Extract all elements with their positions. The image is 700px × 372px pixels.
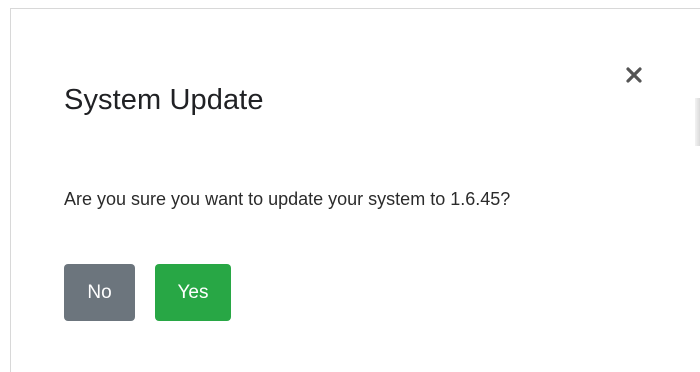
close-button[interactable] bbox=[618, 59, 650, 91]
close-icon bbox=[618, 59, 650, 91]
dialog-message: Are you sure you want to update your sys… bbox=[64, 189, 511, 209]
yes-button[interactable]: Yes bbox=[155, 264, 231, 321]
screen: System Update Are you sure you want to u… bbox=[0, 0, 700, 372]
dialog-right-edge bbox=[695, 98, 700, 146]
dialog-title: System Update bbox=[64, 84, 264, 116]
no-button[interactable]: No bbox=[64, 264, 135, 321]
